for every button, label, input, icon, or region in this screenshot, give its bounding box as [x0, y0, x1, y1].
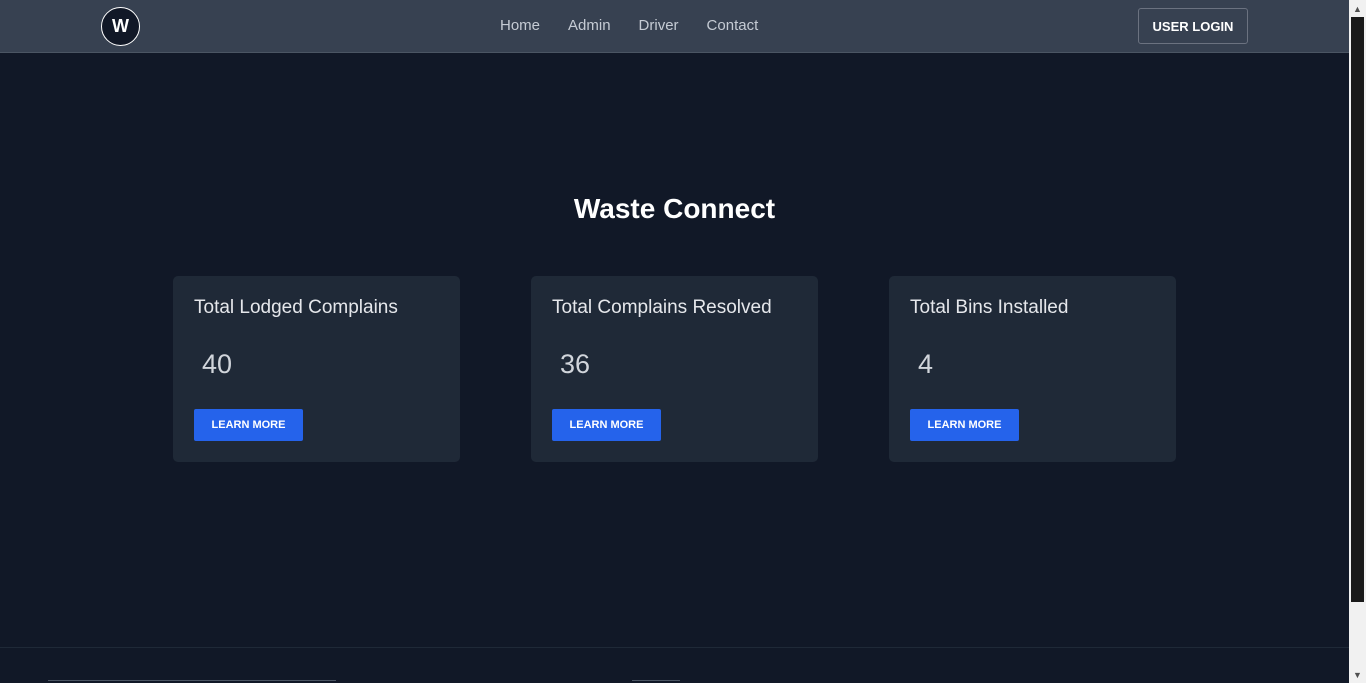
nav-link-driver[interactable]: Driver — [639, 17, 679, 34]
nav-link-home[interactable]: Home — [500, 17, 540, 34]
card-total-complains-resolved: Total Complains Resolved 36 LEARN MORE — [531, 276, 818, 462]
card-title: Total Complains Resolved — [552, 297, 772, 318]
learn-more-button[interactable]: LEARN MORE — [910, 409, 1019, 441]
nav-link-contact[interactable]: Contact — [707, 17, 759, 34]
learn-more-button[interactable]: LEARN MORE — [552, 409, 661, 441]
nav-link-admin[interactable]: Admin — [568, 17, 611, 34]
footer-divider — [0, 647, 1349, 648]
card-title: Total Bins Installed — [910, 297, 1069, 318]
card-title: Total Lodged Complains — [194, 297, 398, 318]
triangle-up-icon[interactable]: ▲ — [1349, 0, 1366, 17]
card-total-bins-installed: Total Bins Installed 4 LEARN MORE — [889, 276, 1176, 462]
triangle-down-icon[interactable]: ▼ — [1349, 666, 1366, 683]
page-title: Waste Connect — [573, 193, 776, 224]
user-login-button[interactable]: USER LOGIN — [1138, 8, 1248, 44]
card-value: 40 — [202, 349, 233, 379]
nav-links: Home Admin Driver Contact — [500, 17, 786, 34]
navbar: W Home Admin Driver Contact USER LOGIN — [0, 0, 1349, 53]
logo[interactable]: W — [101, 7, 140, 46]
footer-button-edge — [632, 680, 680, 681]
card-total-lodged-complains: Total Lodged Complains 40 LEARN MORE — [173, 276, 460, 462]
footer-input-edge — [48, 680, 336, 681]
scrollbar-thumb[interactable] — [1351, 17, 1364, 602]
logo-letter: W — [112, 16, 129, 36]
card-value: 4 — [918, 349, 934, 379]
card-value: 36 — [560, 349, 591, 379]
learn-more-button[interactable]: LEARN MORE — [194, 409, 303, 441]
vertical-scrollbar[interactable]: ▲ ▼ — [1349, 0, 1366, 683]
